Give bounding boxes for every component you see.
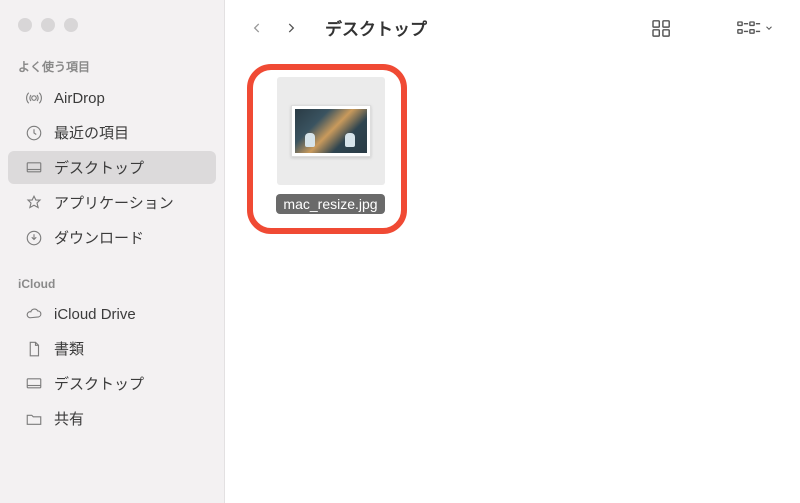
- document-icon: [24, 339, 44, 359]
- file-thumbnail-bg: [277, 77, 385, 185]
- desktop-icon: [24, 158, 44, 178]
- sidebar-item-documents[interactable]: 書類: [8, 332, 216, 365]
- finder-window: よく使う項目 AirDrop 最近の項目 デスクトップ アプリケーション: [0, 0, 800, 503]
- view-group-button[interactable]: [731, 14, 780, 42]
- sidebar-item-label: 書類: [54, 338, 84, 359]
- chevron-down-icon: [764, 23, 774, 33]
- nav-back-button[interactable]: [243, 14, 271, 42]
- sidebar-item-label: iCloud Drive: [54, 306, 136, 323]
- toolbar: デスクトップ: [225, 0, 800, 55]
- applications-icon: [24, 193, 44, 213]
- clock-icon: [24, 123, 44, 143]
- airdrop-icon: [24, 88, 44, 108]
- file-name-label[interactable]: mac_resize.jpg: [276, 194, 384, 214]
- file-grid[interactable]: mac_resize.jpg: [225, 55, 800, 503]
- sidebar-item-label: 最近の項目: [54, 122, 129, 143]
- sidebar-item-label: AirDrop: [54, 90, 105, 107]
- nav-forward-button[interactable]: [277, 14, 305, 42]
- sidebar-item-recents[interactable]: 最近の項目: [8, 116, 216, 149]
- sidebar-item-label: デスクトップ: [54, 373, 144, 394]
- sidebar-section-favorites: よく使う項目: [0, 52, 224, 81]
- close-window-button[interactable]: [18, 18, 32, 32]
- window-title: デスクトップ: [325, 15, 427, 40]
- sidebar-item-label: デスクトップ: [54, 157, 144, 178]
- sidebar: よく使う項目 AirDrop 最近の項目 デスクトップ アプリケーション: [0, 0, 225, 503]
- sidebar-item-icloud-desktop[interactable]: デスクトップ: [8, 367, 216, 400]
- shared-folder-icon: [24, 409, 44, 429]
- sidebar-item-downloads[interactable]: ダウンロード: [8, 221, 216, 254]
- sidebar-item-desktop[interactable]: デスクトップ: [8, 151, 216, 184]
- sidebar-item-label: アプリケーション: [54, 192, 174, 213]
- main-area: デスクトップ: [225, 0, 800, 503]
- minimize-window-button[interactable]: [41, 18, 55, 32]
- file-item[interactable]: mac_resize.jpg: [263, 77, 398, 214]
- sidebar-item-airdrop[interactable]: AirDrop: [8, 82, 216, 114]
- file-thumbnail: [291, 105, 371, 157]
- cloud-icon: [24, 304, 44, 324]
- desktop-icon: [24, 374, 44, 394]
- sidebar-item-label: 共有: [54, 408, 84, 429]
- sidebar-item-shared[interactable]: 共有: [8, 402, 216, 435]
- download-icon: [24, 228, 44, 248]
- fullscreen-window-button[interactable]: [64, 18, 78, 32]
- sidebar-item-icloud-drive[interactable]: iCloud Drive: [8, 298, 216, 330]
- view-icon-grid-button[interactable]: [645, 14, 679, 42]
- sidebar-section-icloud: iCloud: [0, 271, 224, 297]
- sidebar-item-applications[interactable]: アプリケーション: [8, 186, 216, 219]
- sidebar-item-label: ダウンロード: [54, 227, 144, 248]
- window-controls: [0, 10, 224, 52]
